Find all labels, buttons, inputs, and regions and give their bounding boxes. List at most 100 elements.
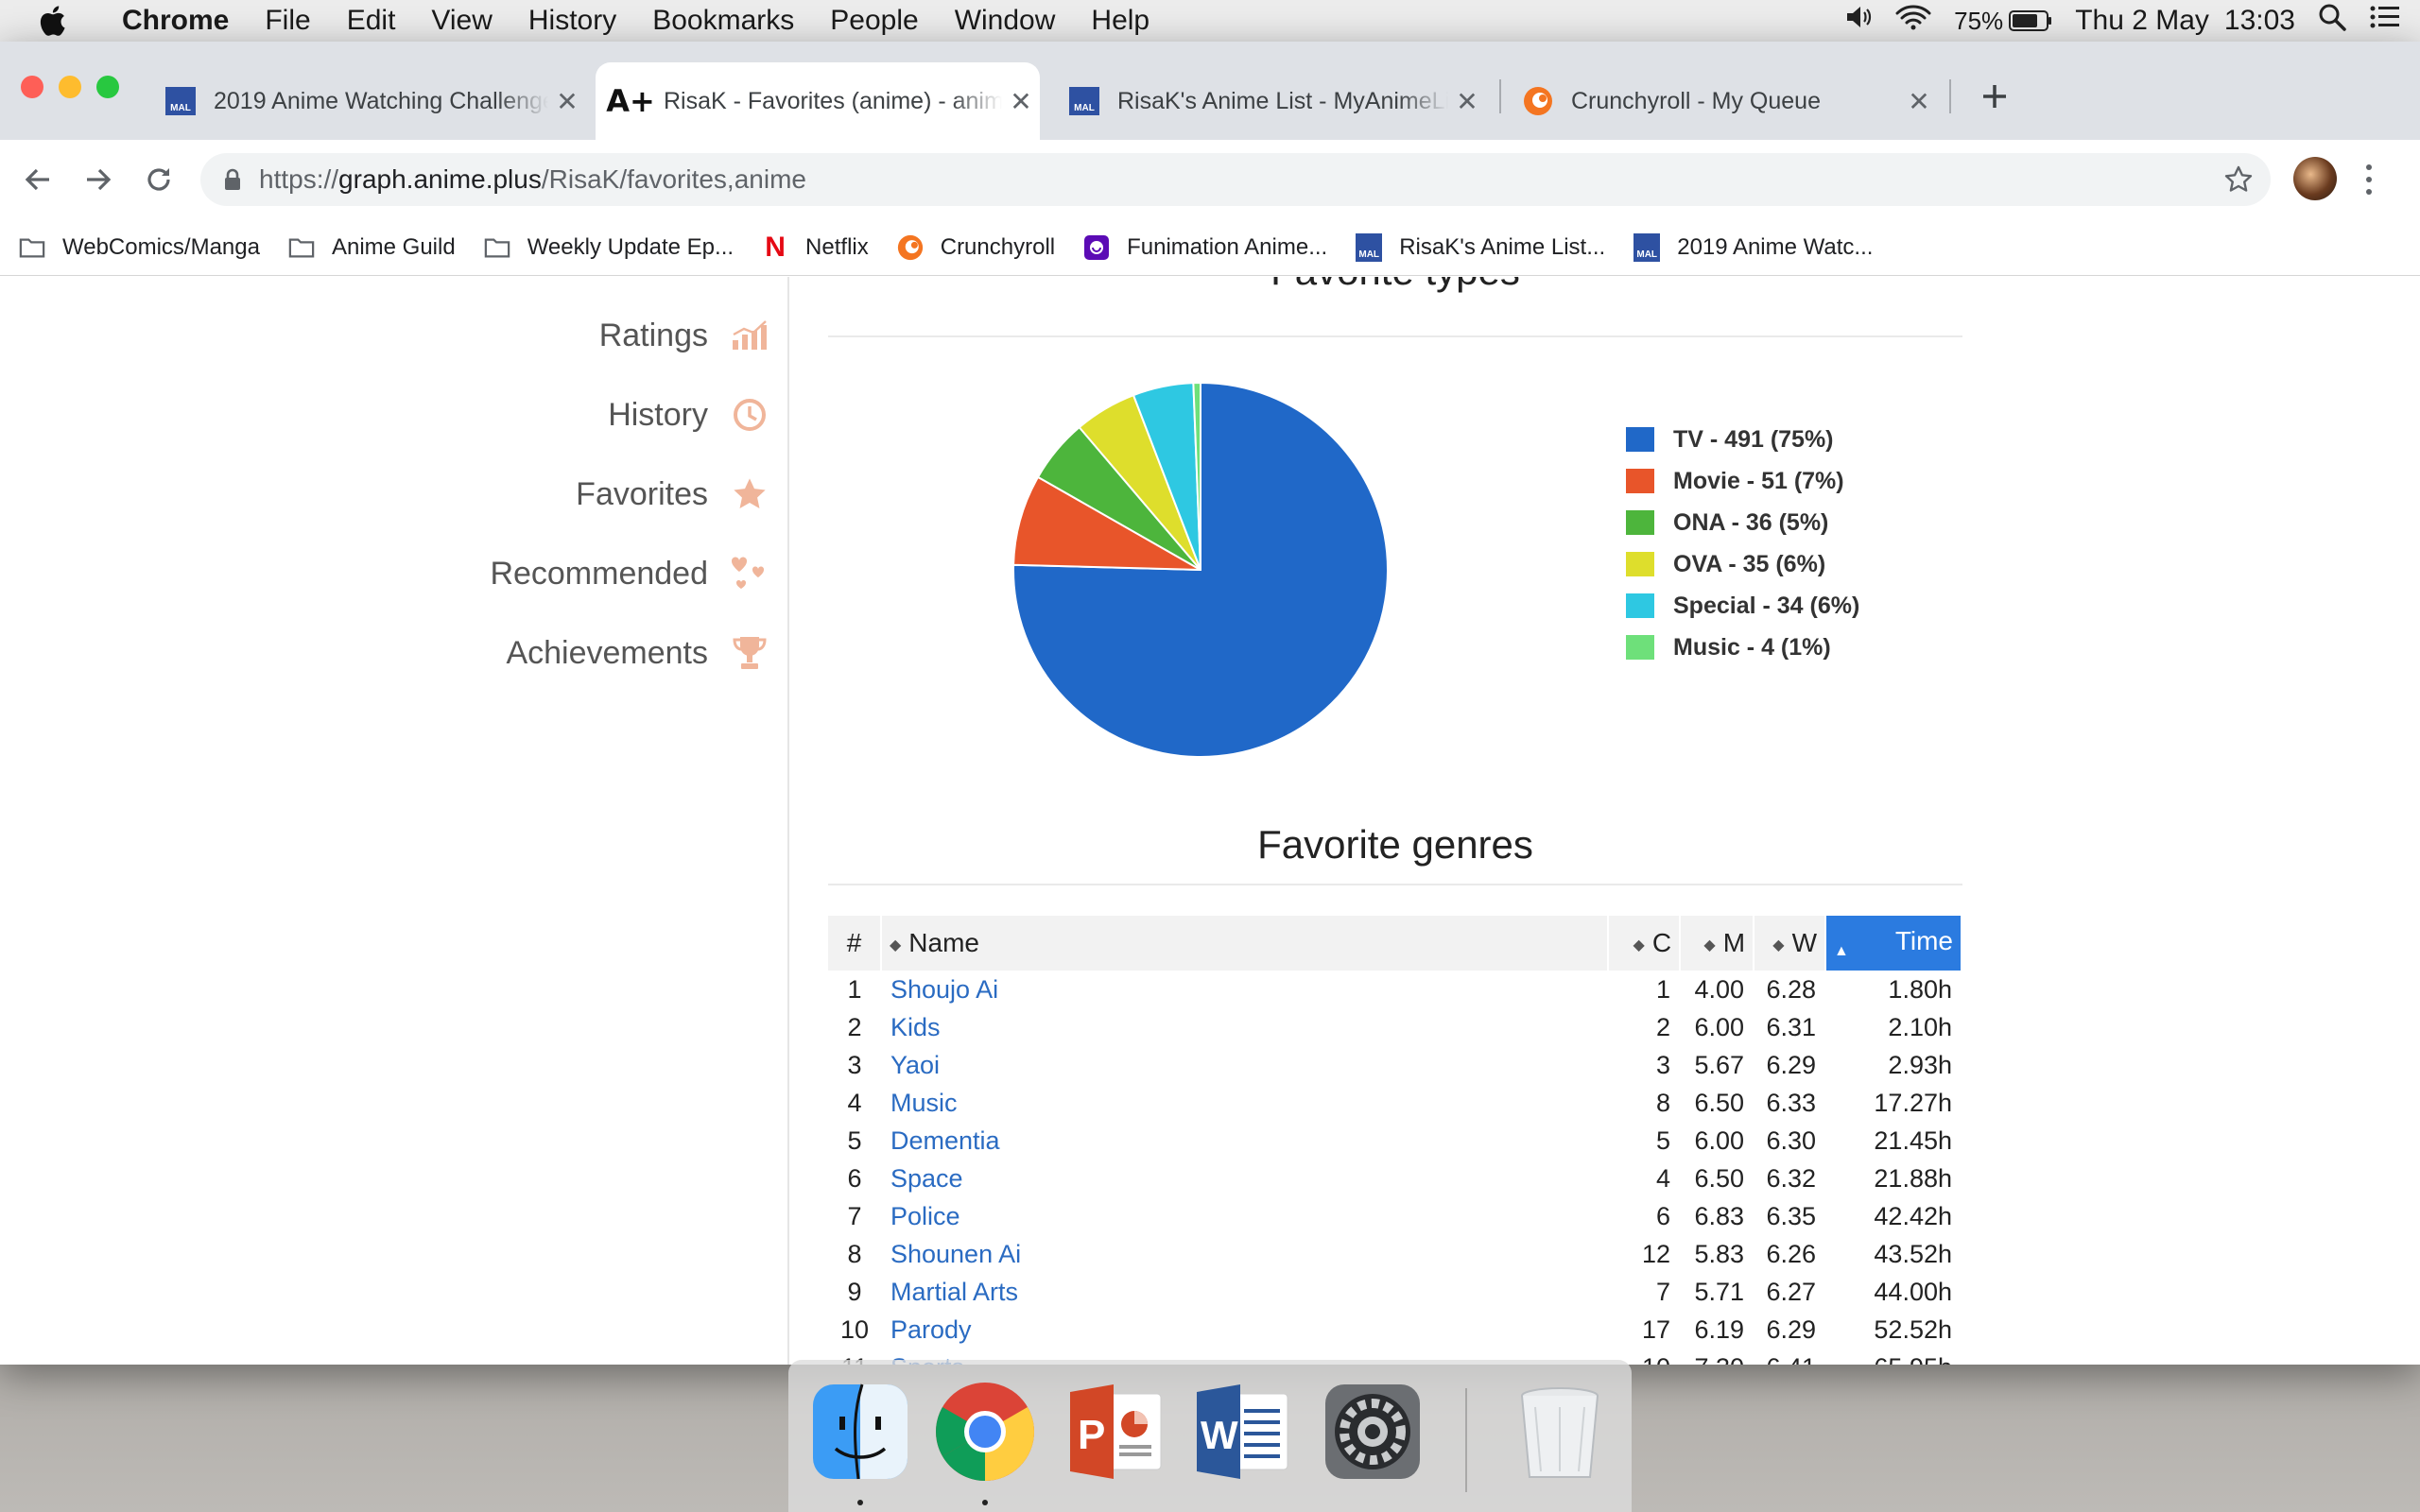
tab-favorites-anime[interactable]: A+ RisaK - Favorites (anime) - anime.plu…: [596, 62, 1040, 140]
minimize-window-button[interactable]: [59, 76, 81, 98]
tab-anime-challenge[interactable]: MAL 2019 Anime Watching Challenge ✕: [151, 62, 586, 140]
sidebar-item-achievements[interactable]: Achievements: [506, 632, 770, 674]
menu-file[interactable]: File: [247, 5, 328, 37]
column-header-mean[interactable]: ◆ M: [1680, 916, 1755, 971]
bookmarks-bar: WebComics/Manga Anime Guild Weekly Updat…: [0, 219, 2420, 276]
bookmark-2019-anime-watching[interactable]: MAL 2019 Anime Watc...: [1634, 232, 1873, 262]
bookmark-anime-guild[interactable]: Anime Guild: [288, 234, 456, 261]
close-tab-icon[interactable]: ✕: [548, 86, 586, 117]
spotlight-search-icon[interactable]: [2307, 3, 2358, 39]
wifi-icon[interactable]: [1884, 4, 1943, 38]
volume-icon[interactable]: [1833, 4, 1884, 38]
genre-link[interactable]: Parody: [890, 1315, 972, 1344]
tab-risak-anime-list[interactable]: MAL RisaK's Anime List - MyAnimeList ✕: [1051, 62, 1486, 140]
tab-crunchyroll-queue[interactable]: Crunchyroll - My Queue ✕: [1512, 62, 1938, 140]
cell-count: 1: [1656, 974, 1671, 1004]
legend-entry[interactable]: TV - 491 (75%): [1626, 419, 1859, 460]
zoom-window-button[interactable]: [96, 76, 119, 98]
genre-link[interactable]: Space: [890, 1164, 963, 1193]
table-row: 10 Parody 17 6.19 6.29 52.52h: [828, 1311, 1962, 1349]
sort-icon: ◆: [1703, 936, 1716, 954]
section-divider: [828, 884, 1962, 885]
cell-rank: 4: [847, 1088, 862, 1117]
close-tab-icon[interactable]: ✕: [1448, 86, 1486, 117]
column-header-weighted[interactable]: ◆ W: [1754, 916, 1827, 971]
bookmark-risak-anime-list[interactable]: MAL RisaK's Anime List...: [1356, 232, 1606, 262]
close-tab-icon[interactable]: ✕: [1900, 86, 1938, 117]
apple-menu-icon[interactable]: [0, 0, 104, 42]
column-header-count[interactable]: ◆ C: [1608, 916, 1682, 971]
legend-entry[interactable]: Movie - 51 (7%): [1626, 460, 1859, 502]
menu-window[interactable]: Window: [937, 5, 1074, 37]
chrome-icon[interactable]: [932, 1379, 1038, 1485]
genre-link[interactable]: Shounen Ai: [890, 1240, 1021, 1268]
chrome-menu-icon[interactable]: [2358, 161, 2380, 198]
reload-button[interactable]: [138, 159, 180, 200]
menu-app-name[interactable]: Chrome: [104, 5, 247, 37]
cell-count: 2: [1656, 1012, 1671, 1041]
bookmark-webcomics-manga[interactable]: WebComics/Manga: [19, 234, 260, 261]
genre-link[interactable]: Dementia: [890, 1126, 1000, 1155]
bookmark-crunchyroll[interactable]: Crunchyroll: [897, 234, 1055, 261]
sidebar-item-recommended[interactable]: Recommended: [490, 553, 770, 594]
column-header-rank[interactable]: #: [828, 916, 882, 971]
bookmark-star-icon[interactable]: [2223, 164, 2254, 195]
forward-button[interactable]: [78, 159, 119, 200]
trash-icon[interactable]: [1507, 1379, 1613, 1485]
clock-time[interactable]: 13:03: [2213, 5, 2307, 37]
menu-view[interactable]: View: [413, 5, 510, 37]
word-icon[interactable]: W: [1189, 1379, 1295, 1485]
bookmark-label: WebComics/Manga: [62, 233, 260, 260]
menu-edit[interactable]: Edit: [329, 5, 414, 37]
bookmark-funimation[interactable]: Funimation Anime...: [1083, 234, 1327, 261]
system-preferences-icon[interactable]: [1320, 1379, 1426, 1485]
legend-entry[interactable]: ONA - 36 (5%): [1626, 502, 1859, 543]
battery-status[interactable]: 75%: [1943, 7, 2064, 36]
legend-entry[interactable]: Music - 4 (1%): [1626, 627, 1859, 668]
column-header-label: #: [846, 928, 862, 957]
cell-time: 21.88h: [1874, 1163, 1952, 1193]
sidebar-item-history[interactable]: History: [608, 394, 770, 436]
table-row: 4 Music 8 6.50 6.33 17.27h: [828, 1084, 1962, 1122]
finder-icon[interactable]: [807, 1379, 913, 1485]
notification-center-icon[interactable]: [2358, 4, 2420, 38]
sidebar-item-ratings[interactable]: Ratings: [599, 315, 770, 356]
close-tab-icon[interactable]: ✕: [1002, 86, 1040, 117]
genre-link[interactable]: Music: [890, 1089, 958, 1117]
address-bar[interactable]: https://graph.anime.plus/RisaK/favorites…: [200, 153, 2271, 206]
close-window-button[interactable]: [21, 76, 43, 98]
cell-name: Dementia: [881, 1122, 1608, 1160]
mal-icon: MAL: [1068, 85, 1100, 117]
bookmark-label: RisaK's Anime List...: [1399, 233, 1606, 260]
legend-entry[interactable]: Special - 34 (6%): [1626, 585, 1859, 627]
menu-help[interactable]: Help: [1073, 5, 1167, 37]
menu-bookmarks[interactable]: Bookmarks: [634, 5, 812, 37]
column-header-name[interactable]: ◆ Name: [880, 916, 1610, 971]
legend-entry[interactable]: OVA - 35 (6%): [1626, 543, 1859, 585]
menu-people[interactable]: People: [812, 5, 936, 37]
table-row: 9 Martial Arts 7 5.71 6.27 44.00h: [828, 1273, 1962, 1311]
genre-link[interactable]: Police: [890, 1202, 960, 1230]
new-tab-button[interactable]: [1976, 77, 2014, 115]
cell-mean: 6.50: [1694, 1088, 1745, 1117]
lock-icon[interactable]: [223, 168, 242, 191]
bookmark-weekly-update[interactable]: Weekly Update Ep...: [484, 234, 734, 261]
powerpoint-icon[interactable]: P: [1063, 1379, 1168, 1485]
genre-link[interactable]: Yaoi: [890, 1051, 940, 1079]
url-host: graph.anime.plus: [338, 164, 542, 194]
clock-date[interactable]: Thu 2 May: [2064, 5, 2213, 37]
cell-time: 1.80h: [1888, 974, 1952, 1004]
genre-link[interactable]: Shoujo Ai: [890, 975, 998, 1004]
cell-weighted: 6.28: [1766, 974, 1817, 1004]
battery-icon: [2009, 10, 2052, 31]
genre-link[interactable]: Kids: [890, 1013, 941, 1041]
menu-history[interactable]: History: [510, 5, 634, 37]
column-header-time[interactable]: ▲ Time: [1825, 916, 1962, 971]
sidebar-item-favorites[interactable]: Favorites: [576, 473, 770, 515]
back-button[interactable]: [17, 159, 59, 200]
profile-avatar[interactable]: [2293, 157, 2337, 200]
cell-mean: 6.83: [1694, 1201, 1745, 1230]
bookmark-netflix[interactable]: N Netflix: [762, 232, 869, 263]
genre-link[interactable]: Martial Arts: [890, 1278, 1018, 1306]
cell-count: 3: [1656, 1050, 1671, 1079]
